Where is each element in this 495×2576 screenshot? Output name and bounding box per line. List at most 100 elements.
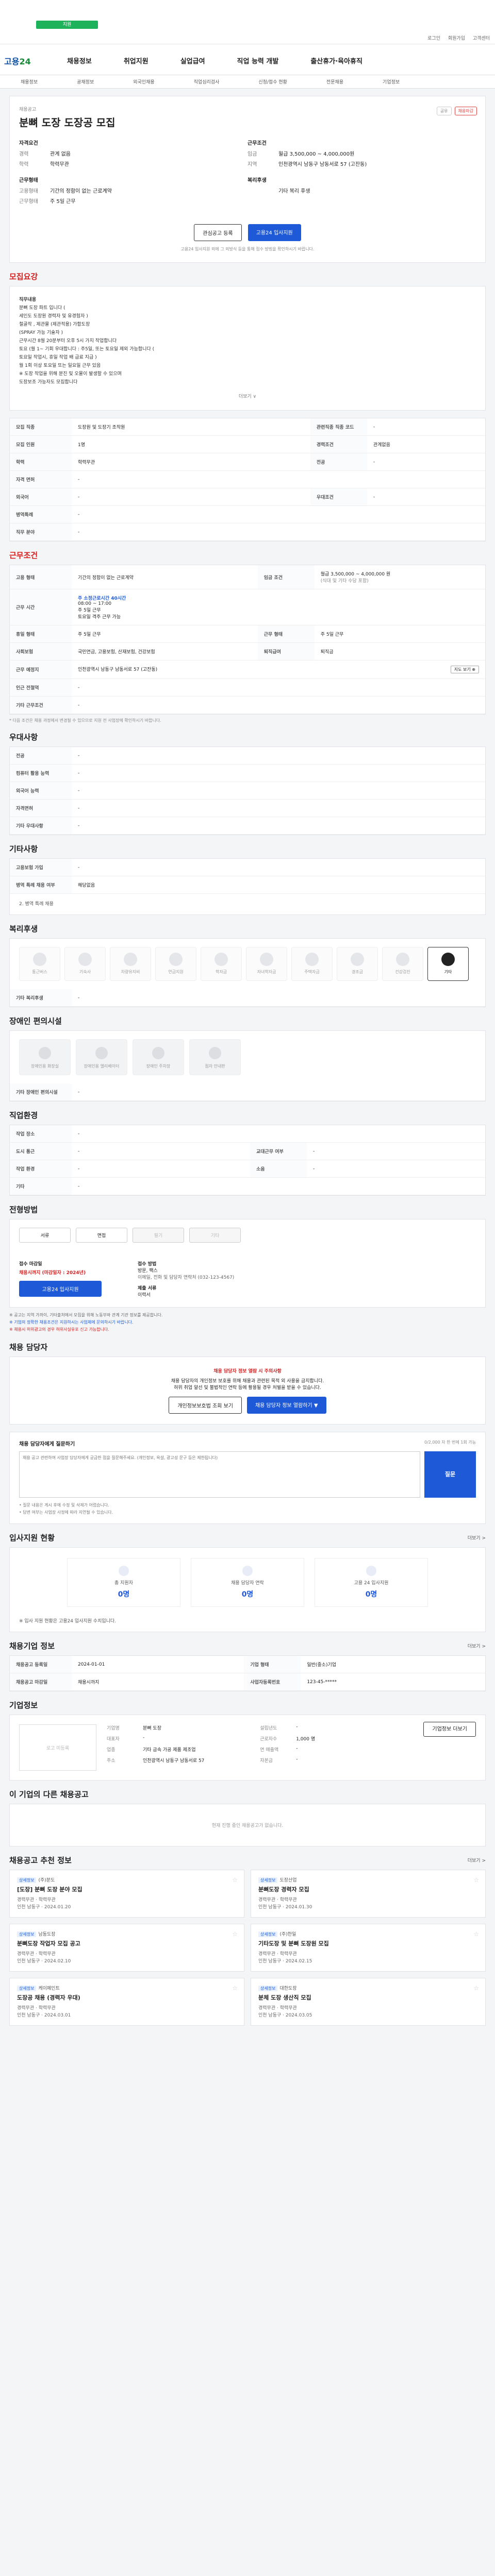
field-label: 근무형태 [19, 199, 38, 205]
desc-line: 직무내용 [19, 297, 37, 302]
recommend-card[interactable]: 상세정보 (주)한일 기타도장 및 분뼈 도장원 모집 경력무관 · 학력무관 인천 남… [251, 1924, 486, 1972]
field-value: - [72, 989, 485, 1007]
field-label: 작업 환경 [10, 1160, 72, 1178]
rec-title[interactable]: 분뼈도장 작업자 모집 공고 [17, 1939, 237, 1947]
expand-toggle[interactable]: 더보기 ∨ [19, 393, 476, 401]
field-value: - [72, 696, 485, 714]
map-button[interactable]: 지도 보기 ⊕ [450, 666, 479, 673]
rec-meta: 경력무관 · 학력무관 [258, 1952, 297, 1957]
more-link[interactable]: 더보기 > [468, 1534, 486, 1541]
menu-jobs[interactable]: 채용정보 [67, 56, 92, 65]
subnav-item[interactable]: 전문채용 [326, 78, 343, 85]
field-value: 주 5일 근무 [50, 199, 76, 205]
rec-title[interactable]: 분체 도장 생산직 모집 [258, 1993, 478, 2002]
rec-title[interactable]: 분뼈도장 경력자 모집 [258, 1885, 478, 1893]
save-posting-button[interactable]: 관심공고 등록 [194, 224, 242, 241]
field-value: 국민연금, 고용보험, 산재보험, 건강보험 [72, 642, 258, 660]
menu-unemployment[interactable]: 실업급여 [180, 56, 205, 65]
subnav-item[interactable]: 공채정보 [77, 78, 94, 85]
login-link[interactable]: 로그인 [427, 36, 440, 41]
welfare-label: 학자금 [215, 970, 227, 974]
field-value: 일반(중소)기업 [301, 1656, 485, 1673]
rec-company: 남동도장 [38, 1932, 56, 1937]
field-value: 퇴직금 [314, 642, 485, 660]
subnav-item[interactable]: 기업정보 [383, 78, 400, 85]
group-title: 근무형태 [19, 178, 38, 183]
subnav-item[interactable]: 외국인채용 [133, 78, 154, 85]
welfare-item: 차량유지비 [110, 947, 151, 981]
recommend-card[interactable]: 상세정보 남동도장 분뼈도장 작업자 모집 공고 경력무관 · 학력무관 인천 남동구 … [9, 1924, 244, 1972]
apply-notes: ※ 공고는 지역 가까이, 기타출처에서 모집을 위해 노동부와 관계 기관 정… [9, 1312, 486, 1333]
field-label: 학력 [19, 162, 29, 167]
help-link[interactable]: 고객센터 [473, 36, 490, 41]
utility-bar: 로그인 회원가입 고객센터 [0, 31, 495, 44]
posting-label: 채용공고 [19, 107, 37, 112]
section-title: 장애인 편의시설 [9, 1016, 62, 1026]
menu-training[interactable]: 직업 능력 개발 [237, 56, 279, 65]
conditions-footnote: * 다음 조건은 채용 과정에서 변경될 수 있으므로 지원 전 사업장에 확인… [9, 718, 161, 723]
menu-parental[interactable]: 출산휴가·육아휴직 [310, 56, 362, 65]
star-icon[interactable]: ☆ [473, 1876, 479, 1884]
rec-meta: 인천 남동구 · 2024.02.10 [17, 1959, 71, 1964]
star-icon[interactable]: ☆ [473, 1985, 479, 1992]
field-label [248, 187, 278, 194]
wage-value: 월급 3,500,000 ~ 4,000,000 원 [320, 572, 391, 577]
desc-line: (SPRAY 가능 기술자 ) [19, 330, 63, 335]
field-label: 모집 직종 [10, 418, 72, 436]
field-value: - [367, 418, 485, 436]
apply-button-2[interactable]: 고용24 입사지원 [19, 1281, 102, 1297]
deadline-label: 접수 마감일 [19, 1262, 42, 1267]
question-input[interactable] [19, 1451, 420, 1498]
field-label: 경력 [19, 151, 29, 157]
subnav-item[interactable]: 신청/접수 현황 [258, 78, 287, 85]
field-value: - [143, 1735, 145, 1740]
recommend-card[interactable]: 상세정보 케이페인트 도장공 채용 (경력자 우대) 경력무관 · 학력무관 인천 남동… [9, 1978, 244, 2026]
recommend-card[interactable]: 상세정보 (주)분도 [도장] 분뼈 도장 분야 모집 경력무관 · 학력무관 인천 남… [9, 1870, 244, 1918]
section-title: 근무조건 [9, 551, 38, 560]
field-value: - [296, 1757, 298, 1762]
brand-logo[interactable]: 고용24 [4, 55, 31, 67]
question-note: • 답변 여부는 사업장 사정에 따라 지연될 수 있습니다. [19, 1510, 113, 1515]
field-value: - [72, 799, 485, 817]
section-title: 채용공고 추천 정보 더보기 > [9, 1856, 486, 1865]
field-label: 채용공고 마감일 [10, 1673, 72, 1691]
share-button[interactable]: 공유 [436, 107, 452, 115]
rec-title[interactable]: [도장] 분뼈 도장 분야 모집 [17, 1885, 237, 1893]
signup-link[interactable]: 회원가입 [448, 36, 465, 41]
deadline-value: 채용시까지 (마감일자 : 2024년) [19, 1270, 86, 1276]
menu-support[interactable]: 취업지원 [124, 56, 148, 65]
field-value: - [72, 859, 485, 876]
desc-line: 철골작 , 제관물 (제관적용) 가합도장 [19, 322, 90, 327]
welfare-icon [351, 953, 364, 966]
screen-document: 서류 [19, 1228, 71, 1243]
star-icon[interactable]: ☆ [473, 1930, 479, 1938]
braille-icon: 점자 안내판 [189, 1039, 241, 1075]
field-value: - [72, 470, 485, 488]
recommend-card[interactable]: 상세정보 대한도장 분체 도장 생산직 모집 경력무관 · 학력무관 인천 남동구 · … [251, 1978, 486, 2026]
star-icon[interactable]: ☆ [232, 1876, 238, 1884]
more-link[interactable]: 더보기 > [468, 1642, 486, 1649]
question-submit-button[interactable]: 질문 [424, 1451, 476, 1498]
star-icon[interactable]: ☆ [232, 1985, 238, 1992]
field-value: - [72, 679, 485, 697]
recommend-card[interactable]: 상세정보 도장산업 분뼈도장 경력자 모집 경력무관 · 학력무관 인천 남동구 · 2… [251, 1870, 486, 1918]
apply-button[interactable]: 고용24 입사지원 [248, 224, 301, 241]
privacy-law-button[interactable]: 개인정보보호법 조회 보기 [169, 1397, 242, 1414]
rec-title[interactable]: 기타도장 및 분뼈 도장원 모집 [258, 1939, 478, 1947]
question-note: • 질문 내용은 게시 후에 수정 및 삭제가 어렵습니다. [19, 1503, 109, 1507]
restroom-icon: 장애인용 화장실 [19, 1039, 71, 1075]
rec-meta: 경력무관 · 학력무관 [17, 2006, 56, 2011]
star-icon[interactable]: ☆ [232, 1930, 238, 1938]
top-pill[interactable]: 지원 [36, 21, 98, 29]
view-contact-button[interactable]: 채용 담당자 정보 열람하기 ▼ [246, 1397, 326, 1414]
field-value: 1,000 명 [296, 1737, 316, 1742]
field-label: 직무 분야 [10, 523, 72, 541]
subnav-item[interactable]: 직업심리검사 [194, 78, 220, 85]
rec-title[interactable]: 도장공 채용 (경력자 우대) [17, 1993, 237, 2002]
rec-meta: 경력무관 · 학력무관 [258, 2006, 297, 2011]
company-more-button[interactable]: 기업정보 더보기 [423, 1722, 476, 1737]
subnav-item[interactable]: 채용정보 [21, 78, 38, 85]
rec-tag: 상세정보 [258, 1986, 278, 1991]
more-link[interactable]: 더보기 > [468, 1857, 486, 1863]
field-label: 지역 [248, 162, 257, 167]
